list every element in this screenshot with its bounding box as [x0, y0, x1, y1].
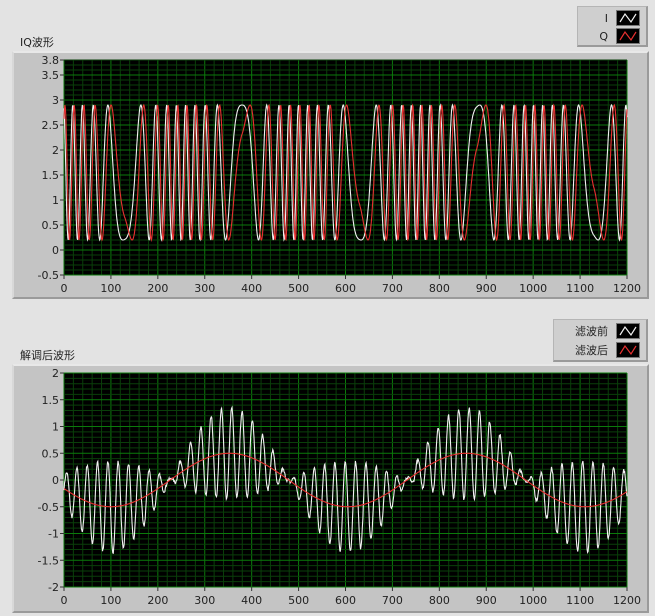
x-tick-label: 1000: [519, 594, 547, 607]
x-tick-label: 600: [335, 594, 356, 607]
y-tick-label: 1.5: [42, 394, 60, 407]
x-tick-label: 0: [61, 594, 68, 607]
y-tick-label: -1: [48, 528, 59, 541]
y-tick-label: -0.5: [38, 501, 59, 514]
x-tick-label: 100: [100, 594, 121, 607]
y-tick-label: 1: [52, 421, 59, 434]
x-tick-label: 1200: [613, 594, 641, 607]
x-tick-label: 400: [241, 594, 262, 607]
x-tick-label: 800: [429, 594, 450, 607]
y-tick-label: 0.5: [42, 447, 60, 460]
x-tick-label: 500: [288, 594, 309, 607]
demodulated-waveform-chart: 0 100 200 300 400 500 600 700 800 900 1000 1100 1200…: [38, 367, 641, 607]
x-tick-label: 700: [382, 594, 403, 607]
y-tick-label: -1.5: [38, 554, 59, 567]
x-tick-label: 300: [194, 594, 215, 607]
y-tick-label: 2: [52, 367, 59, 380]
x-tick-label: 1100: [566, 594, 594, 607]
y-tick-label: -2: [48, 581, 59, 594]
x-tick-label: 200: [147, 594, 168, 607]
x-tick-label: 900: [476, 594, 497, 607]
y-tick-label: 0: [52, 474, 59, 487]
